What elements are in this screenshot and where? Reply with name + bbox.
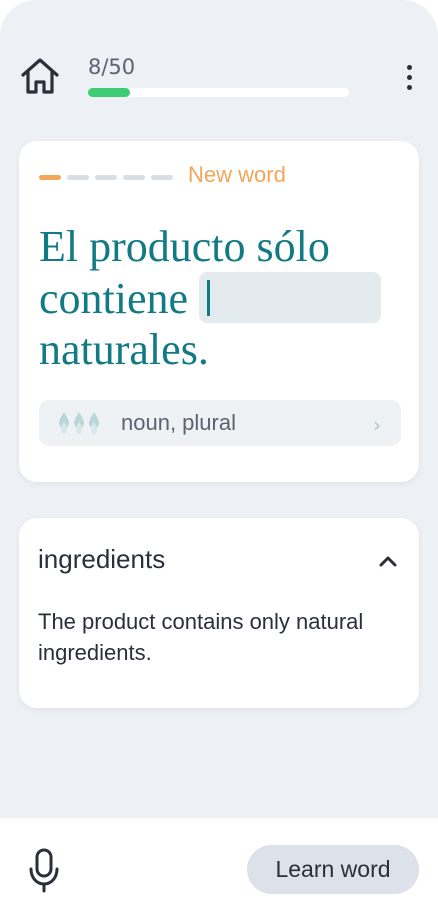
collapse-button[interactable] — [373, 546, 403, 576]
chevron-up-icon — [379, 556, 397, 567]
progress-count: 8/50 — [88, 55, 136, 79]
translation-card: ingredients The product contains only na… — [19, 518, 419, 708]
plural-drops-icon — [59, 412, 99, 434]
word-strength-dashes — [39, 175, 173, 180]
progress-fill — [88, 88, 130, 97]
strength-dash — [39, 175, 61, 180]
strength-dash — [67, 175, 89, 180]
translation-word: ingredients — [38, 544, 166, 574]
translation-sentence: The product contains only natural ingred… — [38, 609, 364, 665]
home-icon — [21, 58, 59, 94]
progress-bar — [88, 88, 349, 97]
microphone-icon — [29, 848, 59, 893]
strength-dash — [95, 175, 117, 180]
cloze-sentence: El producto sólo contiene naturales. — [39, 221, 409, 375]
microphone-button[interactable] — [24, 846, 64, 894]
learn-word-button[interactable]: Learn word — [247, 845, 419, 894]
app-screen: 8/50 New word El producto sólo contiene … — [0, 0, 438, 922]
chevron-right-icon: › — [373, 413, 381, 437]
word-card: New word El producto sólo contiene natur… — [19, 141, 419, 482]
header: 8/50 — [0, 0, 438, 120]
word-status-label: New word — [188, 162, 286, 187]
text-caret — [207, 280, 211, 316]
strength-dash — [123, 175, 145, 180]
part-of-speech-label: noun, plural — [121, 410, 236, 435]
more-menu-button[interactable] — [394, 58, 424, 96]
home-button[interactable] — [18, 54, 62, 98]
sentence-after: naturales. — [39, 325, 209, 374]
part-of-speech-chip[interactable]: noun, plural › — [39, 400, 401, 446]
bottom-bar: Learn word — [0, 818, 438, 922]
strength-dash — [151, 175, 173, 180]
answer-blank[interactable] — [199, 272, 382, 323]
more-vertical-icon — [406, 64, 412, 70]
